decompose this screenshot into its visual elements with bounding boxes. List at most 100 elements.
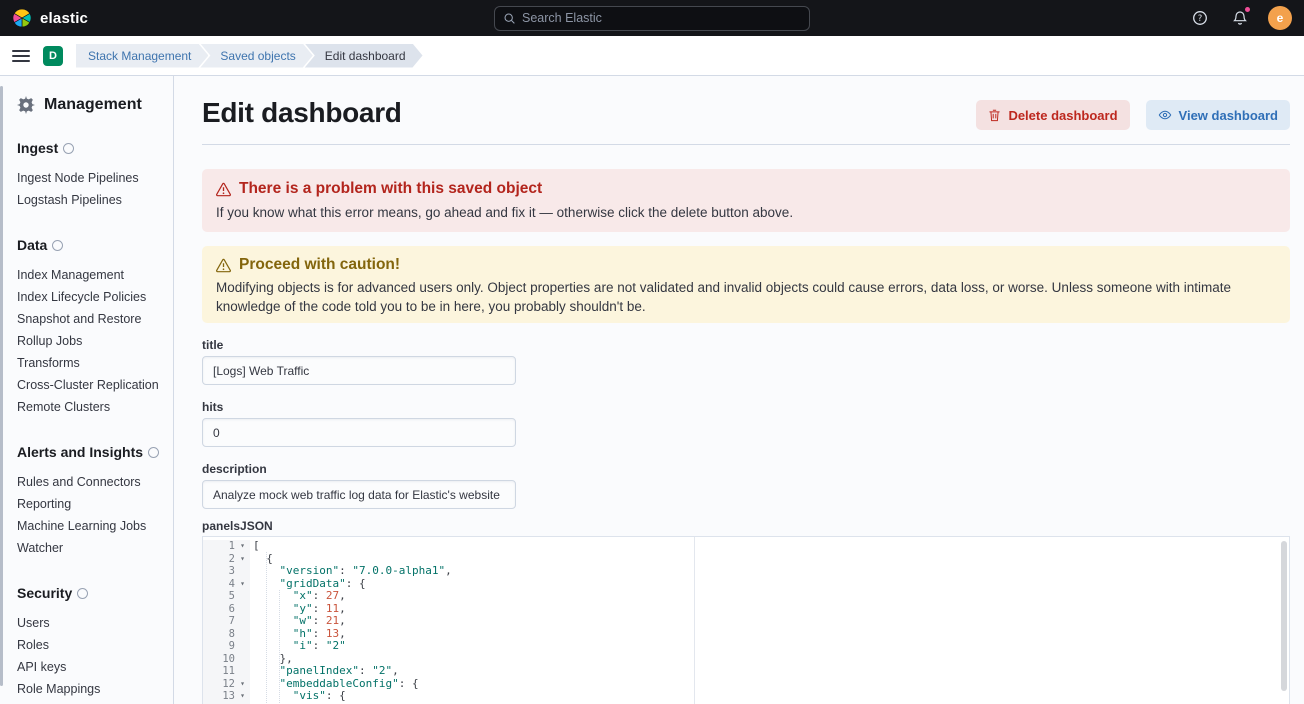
gutter-cell: 5 <box>203 590 250 603</box>
code-fold-spacer <box>235 590 250 603</box>
logo-text: elastic <box>40 10 88 27</box>
gutter-cell: 12▾ <box>203 678 250 691</box>
sidebar-item-users[interactable]: Users <box>17 612 163 634</box>
page-title: Edit dashboard <box>202 96 402 130</box>
sidebar-item-machine-learning-jobs[interactable]: Machine Learning Jobs <box>17 515 163 537</box>
sidebar-item-logstash-pipelines[interactable]: Logstash Pipelines <box>17 189 163 211</box>
space-badge[interactable]: D <box>43 46 63 66</box>
sidebar-item-rollup-jobs[interactable]: Rollup Jobs <box>17 330 163 352</box>
delete-dashboard-label: Delete dashboard <box>1008 108 1117 123</box>
logo-group[interactable]: elastic <box>12 8 88 28</box>
sidebar-item-index-management[interactable]: Index Management <box>17 264 163 286</box>
sidebar-section-ingest: Ingest Ingest Node PipelinesLogstash Pipe… <box>17 140 163 211</box>
gutter-cell: 3 <box>203 565 250 578</box>
print-margin-line <box>694 537 695 704</box>
header-divider <box>202 144 1290 145</box>
sidebar-heading-label: Data <box>17 237 47 254</box>
sidebar-section-security: Security UsersRolesAPI keysRole Mappings <box>17 585 163 700</box>
code-row: 6 "y": 11, <box>203 603 1289 616</box>
delete-dashboard-button[interactable]: Delete dashboard <box>976 100 1129 130</box>
gutter-cell: 1▾ <box>203 540 250 553</box>
view-dashboard-label: View dashboard <box>1179 108 1278 123</box>
sidebar-heading-security: Security <box>17 585 163 602</box>
line-number: 6 <box>203 603 235 616</box>
sidebar-item-index-lifecycle-policies[interactable]: Index Lifecycle Policies <box>17 286 163 308</box>
eye-icon <box>1158 108 1172 122</box>
breadcrumb-saved-objects[interactable]: Saved objects <box>200 44 312 68</box>
editor-scrollbar[interactable] <box>1281 541 1287 691</box>
field-group-title: title <box>202 338 1290 385</box>
error-callout-title: There is a problem with this saved objec… <box>239 179 542 199</box>
code-row: 1▾[ <box>203 540 1289 553</box>
search-input[interactable] <box>522 11 801 25</box>
sidebar-item-transforms[interactable]: Transforms <box>17 352 163 374</box>
gutter-cell: 2▾ <box>203 553 250 566</box>
field-group-description: description <box>202 462 1290 509</box>
sidebar-item-cross-cluster-replication[interactable]: Cross-Cluster Replication <box>17 374 163 396</box>
field-label-description: description <box>202 462 1290 477</box>
gutter-cell: 10 <box>203 653 250 666</box>
sidebar-item-api-keys[interactable]: API keys <box>17 656 163 678</box>
warning-callout-title: Proceed with caution! <box>239 255 400 275</box>
sidebar-scrollbar[interactable] <box>0 86 3 686</box>
line-number: 1 <box>203 540 235 553</box>
gutter-cell: 11 <box>203 665 250 678</box>
error-callout-title-row: There is a problem with this saved objec… <box>216 179 1276 199</box>
sidebar-item-roles[interactable]: Roles <box>17 634 163 656</box>
code-fold-spacer <box>235 615 250 628</box>
field-label-hits: hits <box>202 400 1290 415</box>
menu-hamburger-icon[interactable] <box>12 48 30 64</box>
sidebar-section-alerts-and-insights: Alerts and Insights Rules and ConnectorsR… <box>17 444 163 559</box>
help-icon[interactable]: ? <box>1188 6 1212 30</box>
code-fold-spacer <box>235 603 250 616</box>
sidebar-heading-label: Security <box>17 585 72 602</box>
page-actions: Delete dashboard View dashboard <box>976 100 1290 130</box>
global-search[interactable] <box>494 6 810 31</box>
code-fold-toggle-icon[interactable]: ▾ <box>235 553 250 566</box>
sidebar-item-watcher[interactable]: Watcher <box>17 537 163 559</box>
panels-json-editor[interactable]: 1▾[2▾ {3 "version": "7.0.0-alpha1",4▾ "g… <box>202 536 1290 704</box>
sidebar-item-ingest-node-pipelines[interactable]: Ingest Node Pipelines <box>17 167 163 189</box>
gear-icon <box>17 96 35 114</box>
line-number: 7 <box>203 615 235 628</box>
sidebar-heading-label: Ingest <box>17 140 58 157</box>
svg-text:?: ? <box>1198 14 1203 24</box>
code-fold-toggle-icon[interactable]: ▾ <box>235 578 250 591</box>
line-number: 13 <box>203 690 235 703</box>
alert-triangle-icon <box>216 182 231 197</box>
gutter-cell: 8 <box>203 628 250 641</box>
breadcrumb-bar: D Stack ManagementSaved objectsEdit dash… <box>0 36 1304 76</box>
sidebar-item-rules-and-connectors[interactable]: Rules and Connectors <box>17 471 163 493</box>
indent-guide <box>279 590 280 704</box>
sidebar-item-remote-clusters[interactable]: Remote Clusters <box>17 396 163 418</box>
field-input-title[interactable] <box>202 356 516 385</box>
field-input-description[interactable] <box>202 480 516 509</box>
section-help-icon <box>52 240 63 251</box>
search-icon <box>503 12 516 25</box>
user-avatar[interactable]: e <box>1268 6 1292 30</box>
elastic-logo-icon <box>12 8 32 28</box>
code-row: 4▾ "gridData": { <box>203 578 1289 591</box>
saved-object-form: title hits description <box>202 338 1290 509</box>
line-number: 11 <box>203 665 235 678</box>
sidebar-item-role-mappings[interactable]: Role Mappings <box>17 678 163 700</box>
code-fold-toggle-icon[interactable]: ▾ <box>235 690 250 703</box>
code-row: 9 "i": "2" <box>203 640 1289 653</box>
notifications-bell-icon[interactable] <box>1228 6 1252 30</box>
section-help-icon <box>148 447 159 458</box>
sidebar-item-reporting[interactable]: Reporting <box>17 493 163 515</box>
code-fold-toggle-icon[interactable]: ▾ <box>235 540 250 553</box>
section-help-icon <box>77 588 88 599</box>
field-label-title: title <box>202 338 1290 353</box>
field-input-hits[interactable] <box>202 418 516 447</box>
view-dashboard-button[interactable]: View dashboard <box>1146 100 1290 130</box>
sidebar-sections: Ingest Ingest Node PipelinesLogstash Pipe… <box>17 140 163 700</box>
warning-callout: Proceed with caution! Modifying objects … <box>202 246 1290 323</box>
sidebar-item-snapshot-and-restore[interactable]: Snapshot and Restore <box>17 308 163 330</box>
sidebar-heading-alerts-and-insights: Alerts and Insights <box>17 444 163 461</box>
code-fold-toggle-icon[interactable]: ▾ <box>235 678 250 691</box>
line-number: 10 <box>203 653 235 666</box>
line-number: 3 <box>203 565 235 578</box>
breadcrumb-stack-management[interactable]: Stack Management <box>76 44 208 68</box>
line-number: 5 <box>203 590 235 603</box>
